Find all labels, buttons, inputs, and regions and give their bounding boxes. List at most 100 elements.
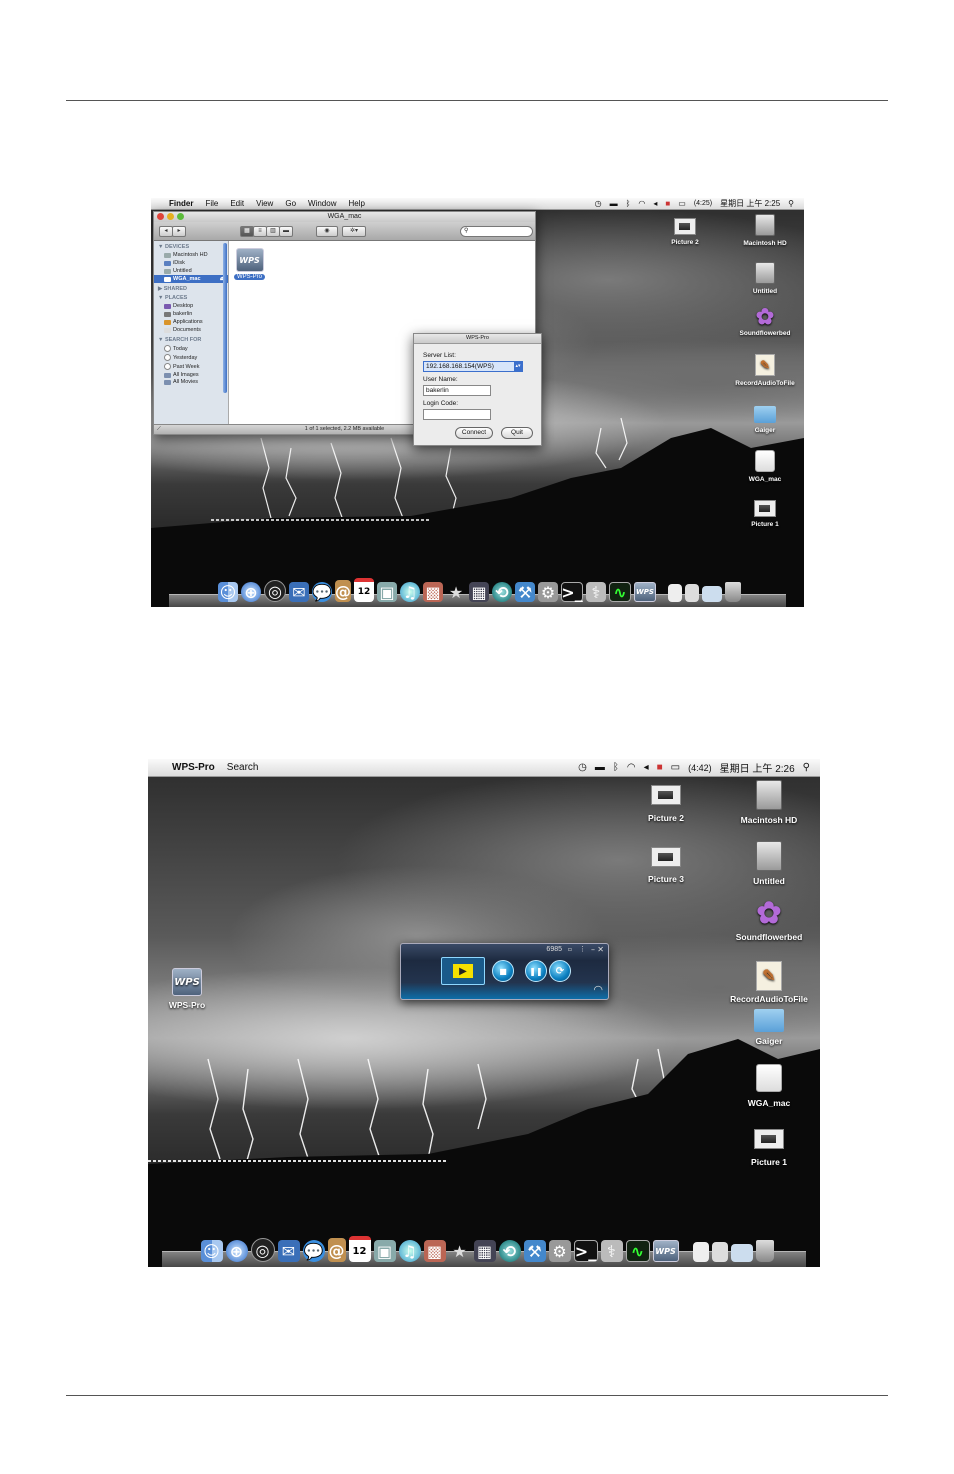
desktop-icon-gaiger[interactable]: Gaiger: [734, 1009, 804, 1046]
battery-icon[interactable]: ▭: [671, 762, 680, 773]
menu-file[interactable]: File: [199, 199, 224, 208]
document-stack-dock-icon[interactable]: [685, 584, 699, 602]
menu-go[interactable]: Go: [279, 199, 302, 208]
resize-sidebar-icon[interactable]: ⟋: [157, 425, 161, 434]
preview-dock-icon[interactable]: ▣: [373, 1240, 396, 1262]
address-book-dock-icon[interactable]: @: [335, 580, 351, 602]
menu-edit[interactable]: Edit: [224, 199, 250, 208]
system-preferences-dock-icon[interactable]: ⚙: [548, 1240, 571, 1262]
time-machine-dock-icon[interactable]: ⟲: [492, 582, 512, 602]
system-preferences-dock-icon[interactable]: ⚙: [538, 582, 558, 602]
sidebar-item-untitled[interactable]: Untitled: [154, 267, 228, 275]
wifi-icon[interactable]: ◠: [638, 199, 645, 208]
menu-search[interactable]: Search: [221, 762, 265, 773]
wifi-icon[interactable]: ◠: [627, 762, 636, 773]
time-machine-dock-icon[interactable]: ⟲: [498, 1240, 521, 1262]
document-dock-icon[interactable]: [668, 584, 682, 602]
trash-dock-icon[interactable]: [725, 582, 741, 602]
play-screen-button[interactable]: ▶: [441, 957, 485, 985]
back-button[interactable]: ◂: [159, 226, 173, 237]
user-name-field[interactable]: bakerlin: [423, 385, 491, 396]
sidebar-header-shared[interactable]: ▶ SHARED: [158, 286, 228, 292]
desktop-icon-wps-pro[interactable]: WPS WPS-Pro: [162, 968, 212, 1010]
ical-dock-icon[interactable]: 12: [354, 578, 374, 602]
flag-icon[interactable]: ■: [665, 199, 670, 208]
player-close-button[interactable]: ✕: [597, 945, 604, 954]
safari-dock-icon[interactable]: ⊕: [241, 582, 261, 602]
desktop-icon-picture-3[interactable]: Picture 3: [641, 847, 691, 884]
itunes-dock-icon[interactable]: ♫: [398, 1240, 421, 1262]
quicklook-button[interactable]: ◉: [316, 226, 338, 237]
sidebar-item-idisk[interactable]: iDisk: [154, 259, 228, 267]
activity-monitor-dock-icon[interactable]: ∿: [609, 582, 631, 602]
desktop-icon-untitled[interactable]: Untitled: [734, 841, 804, 886]
app-menu[interactable]: WPS-Pro: [166, 762, 221, 773]
disk-utility-dock-icon[interactable]: ⚕: [600, 1240, 623, 1262]
desktop-icon-recordaudiotofile[interactable]: ✎ RecordAudioToFile: [730, 354, 800, 387]
menubar-clock[interactable]: 星期日 上午 2:26: [720, 760, 795, 775]
disk-utility-dock-icon[interactable]: ⚕: [586, 582, 606, 602]
terminal-dock-icon[interactable]: >_: [561, 582, 583, 602]
time-machine-icon[interactable]: ◷: [595, 199, 602, 208]
finder-titlebar[interactable]: WGA_mac: [154, 212, 535, 222]
downloads-dock-icon[interactable]: [730, 1244, 753, 1262]
preview-dock-icon[interactable]: ▣: [377, 582, 397, 602]
document-stack-dock-icon[interactable]: [711, 1242, 728, 1262]
imovie-dock-icon[interactable]: ★: [446, 582, 466, 602]
wps-pro-dock-icon[interactable]: WPS: [652, 1240, 679, 1262]
view-coverflow-button[interactable]: ▬: [279, 226, 293, 237]
finder-dock-icon[interactable]: ☺: [200, 1240, 223, 1262]
finder-dock-icon[interactable]: ☺: [218, 582, 238, 602]
desktop-icon-picture-2[interactable]: Picture 2: [660, 218, 710, 246]
spaces-dock-icon[interactable]: ▦: [469, 582, 489, 602]
iphoto-dock-icon[interactable]: ▩: [423, 582, 443, 602]
ichat-dock-icon[interactable]: 💬: [312, 582, 332, 602]
forward-button[interactable]: ▸: [172, 226, 186, 237]
sidebar-item-past-week[interactable]: Past Week: [154, 362, 228, 371]
close-button[interactable]: [157, 213, 164, 220]
refresh-button[interactable]: ⟳: [549, 960, 571, 982]
bluetooth-icon[interactable]: ᛒ: [613, 762, 619, 773]
sidebar-item-home[interactable]: bakerlin: [154, 310, 228, 318]
zoom-button[interactable]: [177, 213, 184, 220]
menu-help[interactable]: Help: [342, 199, 370, 208]
desktop-icon-recordaudiotofile[interactable]: ✎ RecordAudioToFile: [724, 961, 814, 1004]
desktop-icon-macintosh-hd[interactable]: Macintosh HD: [734, 780, 804, 825]
menu-view[interactable]: View: [250, 199, 279, 208]
action-gear-button[interactable]: ✲▾: [342, 226, 366, 237]
spaces-dock-icon[interactable]: ▦: [473, 1240, 496, 1262]
downloads-dock-icon[interactable]: [702, 586, 722, 602]
ichat-dock-icon[interactable]: 💬: [302, 1240, 325, 1262]
desktop-icon-picture-2[interactable]: Picture 2: [641, 785, 691, 823]
dashboard-dock-icon[interactable]: ◎: [250, 1238, 275, 1262]
safari-dock-icon[interactable]: ⊕: [225, 1240, 248, 1262]
sidebar-item-wga-mac[interactable]: WGA_mac⏏: [154, 275, 228, 283]
sidebar-header-places[interactable]: ▼ PLACES: [158, 295, 228, 301]
activity-monitor-dock-icon[interactable]: ∿: [625, 1240, 650, 1262]
desktop-icon-untitled[interactable]: Untitled: [735, 262, 795, 295]
sidebar-header-search-for[interactable]: ▼ SEARCH FOR: [158, 337, 228, 343]
sidebar-item-yesterday[interactable]: Yesterday: [154, 353, 228, 362]
view-icon-button[interactable]: ▦: [240, 226, 254, 237]
file-wps-pro[interactable]: WPS WPS-Pro: [234, 248, 266, 280]
stop-button[interactable]: ■: [492, 960, 514, 982]
bluetooth-icon[interactable]: ᛒ: [626, 199, 631, 208]
desktop-icon-picture-1[interactable]: Picture 1: [735, 500, 795, 528]
view-column-button[interactable]: ▥: [266, 226, 280, 237]
volume-icon[interactable]: ◂: [644, 762, 649, 773]
desktop-icon-wga-mac[interactable]: WGA_mac: [735, 450, 795, 483]
menu-window[interactable]: Window: [302, 199, 342, 208]
connect-button[interactable]: Connect: [455, 427, 493, 439]
terminal-dock-icon[interactable]: >_: [573, 1240, 598, 1262]
address-book-dock-icon[interactable]: @: [327, 1238, 346, 1262]
pause-button[interactable]: ❚❚: [525, 960, 547, 982]
imovie-dock-icon[interactable]: ★: [449, 1240, 471, 1262]
sidebar-item-all-images[interactable]: All Images: [154, 371, 228, 379]
xcode-dock-icon[interactable]: ⚒: [515, 582, 535, 602]
sidebar-header-devices[interactable]: ▼ DEVICES: [158, 244, 228, 250]
minimize-button[interactable]: [167, 213, 174, 220]
app-menu[interactable]: Finder: [163, 199, 199, 208]
iphoto-dock-icon[interactable]: ▩: [423, 1240, 446, 1262]
sidebar-item-desktop[interactable]: Desktop: [154, 302, 228, 310]
search-field[interactable]: ⚲: [460, 226, 533, 237]
